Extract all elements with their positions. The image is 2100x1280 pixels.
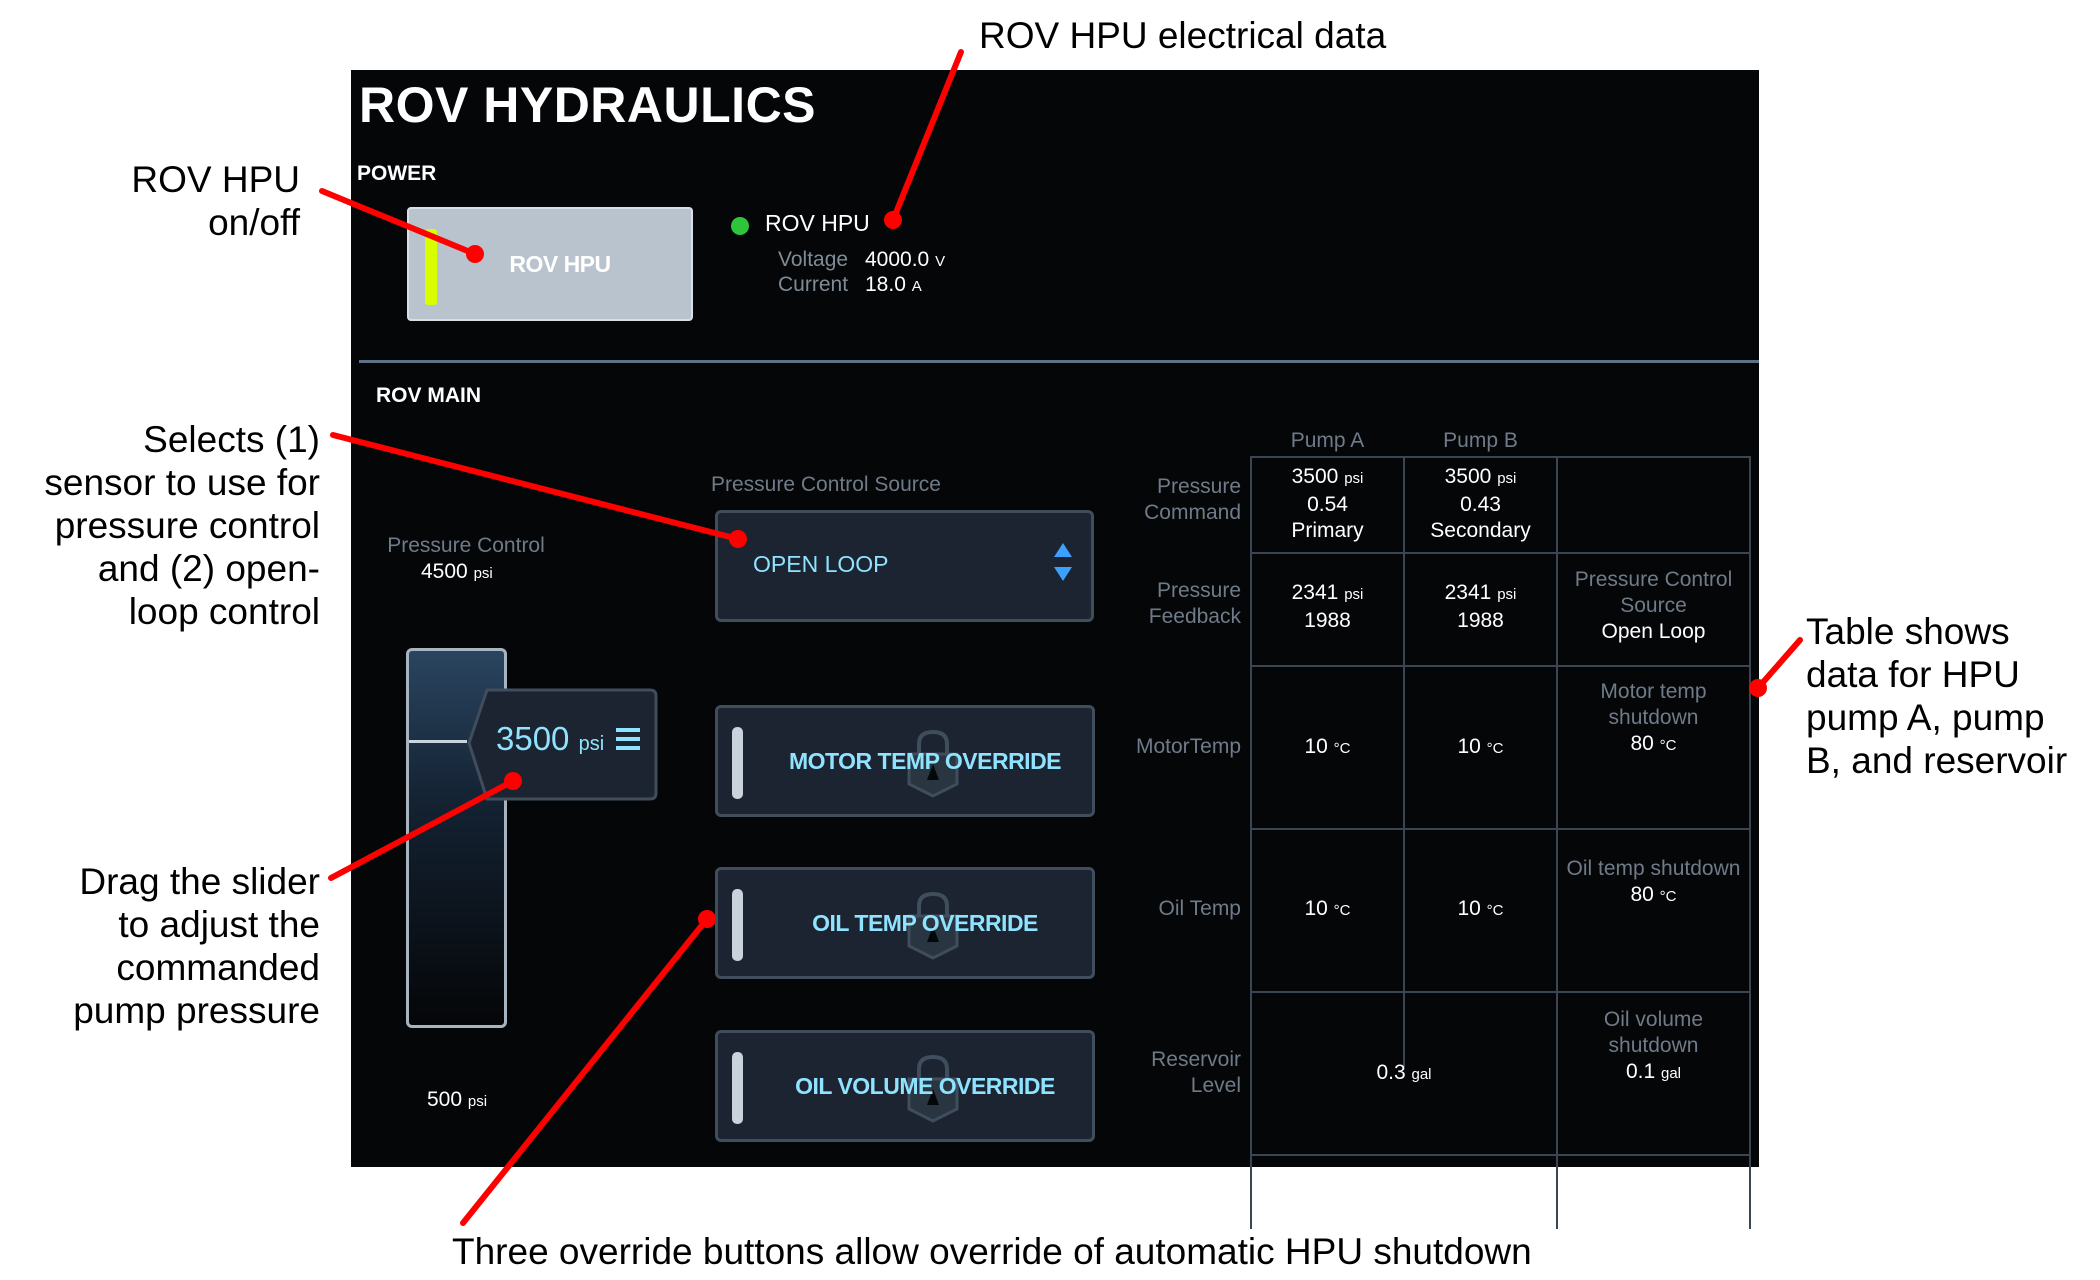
slider-value: 3500 psi [496,720,605,757]
reservoir-level: 0.3 gal [1376,1061,1432,1084]
row-label-reservoir: Reservoir Level [1151,1048,1241,1097]
hpu-status-dot [731,217,749,235]
pressure-source-select[interactable]: OPEN LOOP [715,510,1094,622]
pump-a-pressure-command: 3500 psi 0.54 Primary [1291,465,1364,542]
motor-temp-override-button[interactable]: MOTOR TEMP OVERRIDE [715,705,1095,817]
pressure-control-max: 4500 psi [421,560,493,583]
row-label-pressure-feedback: Pressure Feedback [1148,579,1241,628]
power-section-label: POWER [357,162,437,185]
pressure-control-min: 500 psi [427,1088,488,1111]
row-label-pressure-command: Pressure Command [1144,475,1241,524]
pump-a-pressure-feedback: 2341 psi 1988 [1291,581,1364,632]
pump-a-oil-temp: 10 °C [1304,897,1351,920]
rov-hpu-power-button[interactable]: ROV HPU [407,207,693,321]
oil-volume-override-button[interactable]: OIL VOLUME OVERRIDE [715,1030,1095,1142]
current-value: 18.0 A [865,273,922,296]
current-label: Current [778,273,849,296]
chevron-down-icon [1054,567,1072,581]
pressure-control-source-cell: Pressure Control Source Open Loop [1574,568,1733,643]
rov-hydraulics-panel: ROV HYDRAULICS POWER ROV HPU ROV HPU Vol… [351,70,1759,1229]
override-label: OIL TEMP OVERRIDE [812,909,1038,936]
row-label-oil-temp: Oil Temp [1158,897,1241,920]
pump-b-oil-temp: 10 °C [1457,897,1504,920]
annotation-electrical: ROV HPU electrical data [979,15,1387,56]
override-label: OIL VOLUME OVERRIDE [795,1072,1055,1099]
table-border-left [1250,456,1252,1229]
annotation-selects: Selects (1) sensor to use for pressure con… [44,419,320,632]
oil-volume-shutdown-cell: Oil volume shutdown 0.1 gal [1603,1008,1704,1083]
annotation-onoff: ROV HPU on/off [131,159,300,243]
menu-icon[interactable] [616,728,640,752]
slider-position-tick [409,740,467,743]
section-divider [359,360,1759,363]
motor-temp-shutdown-cell: Motor temp shutdown 80 °C [1600,680,1707,755]
pressure-control-label: Pressure Control [387,534,545,557]
row-label-motor-temp: MotorTemp [1135,735,1241,758]
table-border-right [1749,456,1751,1229]
pump-a-motor-temp: 10 °C [1304,735,1351,758]
page-title: ROV HYDRAULICS [359,77,817,133]
pump-b-motor-temp: 10 °C [1457,735,1504,758]
table-row-divider [1250,828,1751,830]
pump-b-pressure-feedback: 2341 psi 1988 [1444,581,1517,632]
voltage-value: 4000.0 V [865,248,946,271]
table-row-divider [1250,991,1751,993]
annotation-overrides: Three override buttons allow override of… [452,1231,1532,1272]
pump-b-pressure-command: 3500 psi 0.43 Secondary [1430,465,1531,542]
pressure-source-value: OPEN LOOP [753,551,889,577]
oil-temp-override-button[interactable]: OIL TEMP OVERRIDE [715,867,1095,979]
oil-temp-shutdown-cell: Oil temp shutdown 80 °C [1566,857,1741,906]
chevron-up-icon [1054,543,1072,557]
col-header-pump-a: Pump A [1290,429,1365,452]
hpu-status-title: ROV HPU [765,210,870,236]
table-row-divider [1250,665,1751,667]
col-header-pump-b: Pump B [1443,429,1518,452]
annotation-table: Table shows data for HPU pump A, pump B, an… [1806,611,2068,781]
table-row-divider [1250,552,1751,554]
voltage-label: Voltage [778,248,849,271]
override-label: MOTOR TEMP OVERRIDE [788,747,1062,774]
table-border-bottom [1250,1154,1751,1156]
table-border-top [1250,456,1751,458]
annotation-slider: Drag the slider to adjust the commanded pum… [73,861,320,1031]
rov-hpu-button-label: ROV HPU [509,250,611,277]
pressure-source-label: Pressure Control Source [711,473,941,496]
rov-main-section-label: ROV MAIN [376,384,481,407]
